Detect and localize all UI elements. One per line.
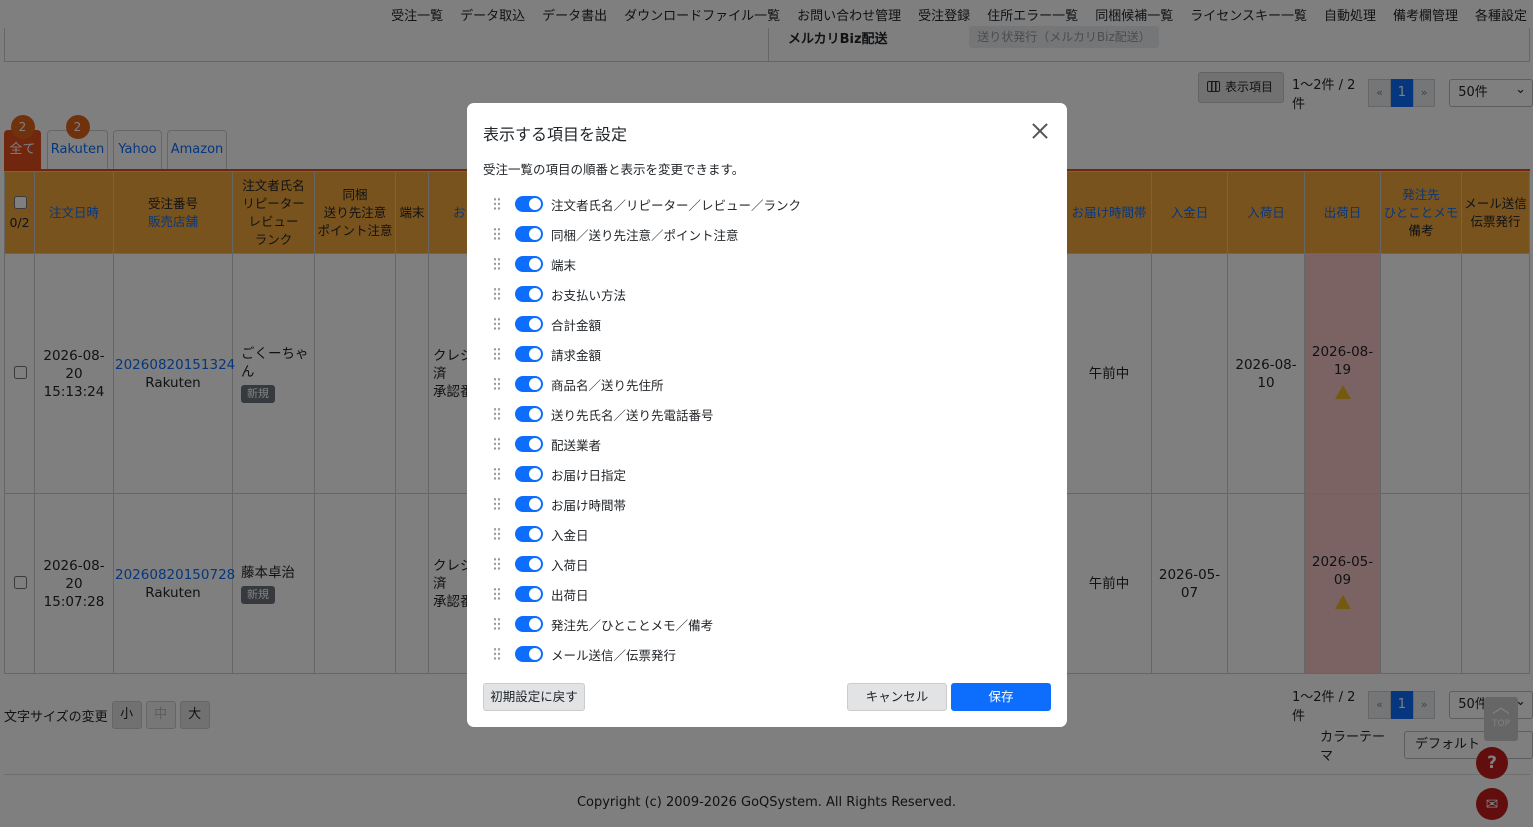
drag-handle-icon[interactable] [493, 377, 501, 391]
column-toggle[interactable] [515, 406, 543, 422]
drag-handle-icon[interactable] [493, 647, 501, 661]
column-label: 出荷日 [551, 587, 589, 603]
column-settings-modal: 表示する項目を設定 受注一覧の項目の順番と表示を変更できます。 注文者氏名／リピ… [467, 103, 1067, 727]
drag-handle-icon[interactable] [493, 407, 501, 421]
modal-title: 表示する項目を設定 [483, 125, 628, 144]
column-item: 注文者氏名／リピーター／レビュー／ランク [493, 194, 801, 214]
column-toggle[interactable] [515, 316, 543, 332]
save-button[interactable]: 保存 [951, 683, 1051, 711]
close-icon[interactable] [1030, 121, 1050, 141]
column-label: 注文者氏名／リピーター／レビュー／ランク [551, 197, 802, 213]
column-label: 端末 [551, 257, 577, 273]
drag-handle-icon[interactable] [493, 527, 501, 541]
drag-handle-icon[interactable] [493, 617, 501, 631]
modal-description: 受注一覧の項目の順番と表示を変更できます。 [483, 162, 745, 177]
column-label: 入荷日 [551, 557, 589, 573]
column-item: 発注先／ひとことメモ／備考 [493, 614, 713, 634]
column-toggle[interactable] [515, 496, 543, 512]
drag-handle-icon[interactable] [493, 317, 501, 331]
drag-handle-icon[interactable] [493, 257, 501, 271]
column-item: 商品名／送り先住所 [493, 374, 664, 394]
drag-handle-icon[interactable] [493, 227, 501, 241]
column-toggle[interactable] [515, 256, 543, 272]
column-label: 合計金額 [551, 317, 602, 333]
column-item: お届け日指定 [493, 464, 626, 484]
column-item: 請求金額 [493, 344, 601, 364]
column-item: メール送信／伝票発行 [493, 644, 676, 664]
column-toggle[interactable] [515, 526, 543, 542]
drag-handle-icon[interactable] [493, 437, 501, 451]
column-toggle[interactable] [515, 556, 543, 572]
column-item: 合計金額 [493, 314, 601, 334]
drag-handle-icon[interactable] [493, 497, 501, 511]
column-toggle[interactable] [515, 346, 543, 362]
drag-handle-icon[interactable] [493, 347, 501, 361]
drag-handle-icon[interactable] [493, 287, 501, 301]
column-label: お届け日指定 [551, 467, 627, 483]
column-item: 送り先氏名／送り先電話番号 [493, 404, 714, 424]
column-label: 送り先氏名／送り先電話番号 [551, 407, 714, 423]
column-label: お支払い方法 [551, 287, 627, 303]
column-item: お支払い方法 [493, 284, 626, 304]
column-label: メール送信／伝票発行 [551, 647, 677, 663]
column-toggle[interactable] [515, 646, 543, 662]
drag-handle-icon[interactable] [493, 467, 501, 481]
column-item: 入荷日 [493, 554, 589, 574]
cancel-button[interactable]: キャンセル [847, 683, 947, 711]
column-toggle[interactable] [515, 586, 543, 602]
column-toggle[interactable] [515, 616, 543, 632]
column-toggle[interactable] [515, 286, 543, 302]
column-item: 同梱／送り先注意／ポイント注意 [493, 224, 739, 244]
column-item: 配送業者 [493, 434, 601, 454]
drag-handle-icon[interactable] [493, 557, 501, 571]
drag-handle-icon[interactable] [493, 587, 501, 601]
reset-defaults-button[interactable]: 初期設定に戻す [483, 683, 585, 711]
column-item: 端末 [493, 254, 576, 274]
column-toggle[interactable] [515, 466, 543, 482]
drag-handle-icon[interactable] [493, 197, 501, 211]
column-label: 同梱／送り先注意／ポイント注意 [551, 227, 739, 243]
column-item: 入金日 [493, 524, 589, 544]
column-label: 発注先／ひとことメモ／備考 [551, 617, 714, 633]
column-label: 入金日 [551, 527, 589, 543]
column-label: 請求金額 [551, 347, 602, 363]
column-item: お届け時間帯 [493, 494, 626, 514]
column-toggle[interactable] [515, 436, 543, 452]
column-label: 配送業者 [551, 437, 602, 453]
column-toggle[interactable] [515, 196, 543, 212]
column-toggle[interactable] [515, 376, 543, 392]
column-label: 商品名／送り先住所 [551, 377, 664, 393]
column-toggle[interactable] [515, 226, 543, 242]
column-item: 出荷日 [493, 584, 589, 604]
column-label: お届け時間帯 [551, 497, 627, 513]
